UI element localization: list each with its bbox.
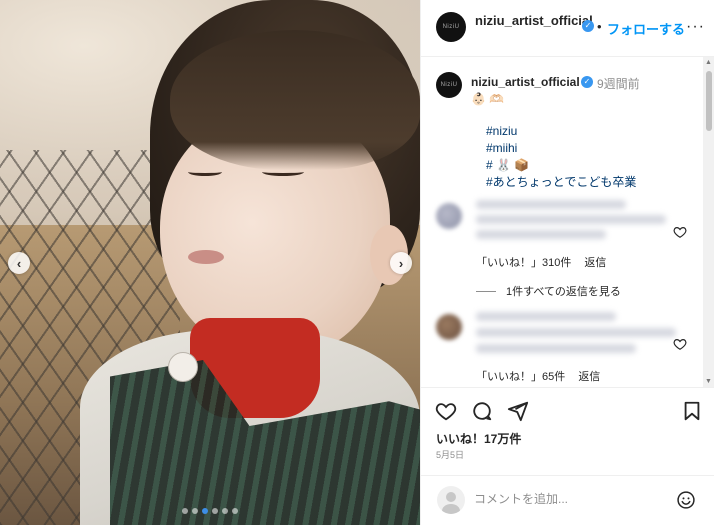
hashtag-link[interactable]: #あとちょっとでこども卒業 [486,173,636,190]
photo-mouth [188,250,224,264]
carousel-indicator [0,508,420,514]
reply-button[interactable]: 返信 [584,257,606,269]
avatar-body-shape [442,504,460,514]
chevron-left-icon[interactable]: ‹ [8,252,30,274]
blurred-comment-text [476,344,636,353]
view-replies-button[interactable]: 1件すべての返信を見る [476,283,621,299]
comment-like-count[interactable]: 「いいね！」310件 [476,257,571,269]
heart-icon[interactable] [673,337,687,351]
follow-button[interactable]: フォローする [607,19,685,38]
caption-emoji: 👶🏻 🫶🏻 [471,92,505,106]
scrollbar-thumb[interactable] [706,71,712,131]
profile-avatar[interactable]: NiziU [436,12,466,42]
add-comment-bar [421,475,714,525]
bookmark-icon[interactable] [681,400,703,422]
blurred-comment-text [476,200,626,209]
verified-icon: ✓ [582,20,594,32]
likes-count[interactable]: いいね！17万件 [436,430,521,447]
post-actions: いいね！17万件 5月5日 [421,387,714,525]
avatar-head-shape [446,492,456,502]
caption-avatar[interactable]: NiziU [436,72,462,98]
photo-eye-left [188,168,222,176]
post-photo[interactable]: ‹ › [0,0,420,525]
comments-scroll-area[interactable]: NiziU niziu_artist_official ✓ 9週間前 👶🏻 🫶🏻… [421,57,714,387]
blurred-comment-text [476,328,676,337]
avatar-logo-text: NiziU [442,24,460,30]
blurred-comment-text [476,230,606,239]
verified-icon: ✓ [581,76,593,88]
heart-icon[interactable] [673,225,687,239]
comment-like-count[interactable]: 「いいね！」65件 [476,371,565,383]
scroll-down-icon[interactable]: ▼ [705,378,712,385]
user-avatar [437,486,465,514]
carousel-dot [182,508,188,514]
comments-scrollbar[interactable]: ▲ ▼ [703,57,714,387]
post-sidebar: NiziU niziu_artist_official ✓ • フォローする ·… [420,0,714,525]
carousel-dot [232,508,238,514]
hashtag-link[interactable]: #miihi [486,141,517,155]
comment-icon[interactable] [471,400,493,422]
scroll-up-icon[interactable]: ▲ [705,59,712,66]
carousel-dot [202,508,208,514]
reply-button[interactable]: 返信 [578,371,600,383]
photo-eye-right [262,168,304,176]
post-date[interactable]: 5月5日 [436,448,464,461]
carousel-dot [222,508,228,514]
photo-bangs [170,30,420,170]
emoji-icon[interactable] [676,490,696,510]
blurred-comment-text [476,215,666,224]
comment-meta: 「いいね！」310件 返信 [476,254,616,270]
view-replies-label: 1件すべての返信を見る [506,286,621,298]
follow-separator: • [597,19,602,34]
comment-avatar[interactable] [436,203,462,229]
caption-username[interactable]: niziu_artist_official [471,75,580,89]
chevron-right-icon[interactable]: › [390,252,412,274]
avatar-logo-text: NiziU [440,82,458,88]
post-header: NiziU niziu_artist_official ✓ • フォローする ·… [421,0,714,57]
photo-jacket-button [168,352,198,382]
comment-input[interactable] [474,492,664,506]
carousel-dot [212,508,218,514]
hashtag-link[interactable]: #niziu [486,124,517,138]
caption-timestamp[interactable]: 9週間前 [597,75,640,92]
comment-meta: 「いいね！」65件 返信 [476,368,610,384]
comment-avatar[interactable] [436,314,462,340]
replies-divider [476,290,496,292]
hashtag-link[interactable]: # 🐰 📦 [486,158,529,172]
blurred-comment-text [476,312,616,321]
header-username[interactable]: niziu_artist_official [475,13,595,29]
carousel-dot [192,508,198,514]
more-icon[interactable]: ··· [686,18,705,36]
share-icon[interactable] [507,400,529,422]
heart-icon[interactable] [435,400,457,422]
